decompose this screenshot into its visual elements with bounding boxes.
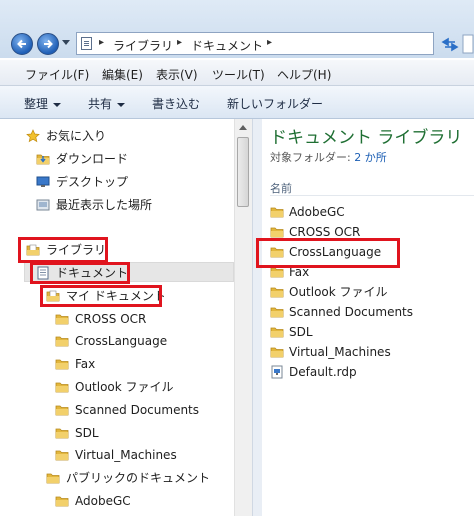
organize-label: 整理 (24, 97, 49, 111)
highlight-box-crosslanguage (256, 238, 400, 268)
document-library-icon (81, 37, 92, 50)
nav-item-label: 最近表示した場所 (56, 198, 153, 212)
back-button[interactable] (11, 33, 33, 55)
nav-item-label: デスクトップ (56, 175, 129, 189)
folder-icon (46, 471, 60, 485)
nav-item-label: Scanned Documents (75, 403, 200, 417)
file-name: SDL (289, 325, 313, 339)
downloads-folder-icon (36, 152, 50, 166)
column-header-divider (270, 195, 474, 196)
breadcrumb-libraries[interactable]: ライブラリ (113, 37, 173, 54)
burn-button[interactable]: 書き込む (152, 95, 200, 112)
column-header-name[interactable]: 名前 (270, 180, 292, 196)
chevron-down-icon (53, 102, 62, 107)
nav-item-label: Outlook ファイル (75, 380, 174, 394)
scrollbar-thumb[interactable] (237, 137, 249, 207)
forward-button[interactable] (37, 33, 59, 55)
organize-button[interactable]: 整理 (24, 95, 62, 112)
folder-icon (55, 448, 69, 462)
nav-item-label: パブリックのドキュメント (66, 471, 211, 485)
chevron-down-icon (117, 102, 126, 107)
desktop-icon (36, 176, 50, 187)
library-subtitle: 対象フォルダー: 2 か所 (270, 149, 387, 165)
recent-places-icon (36, 199, 50, 211)
breadcrumb-separator-icon[interactable]: ▸ (267, 37, 272, 48)
library-title: ドキュメント ライブラリ (270, 128, 463, 148)
folder-icon (55, 312, 69, 326)
address-field[interactable]: ▸ ライブラリ ▸ ドキュメント ▸ (76, 32, 434, 55)
menu-edit[interactable]: 編集(E) (102, 66, 143, 83)
share-label: 共有 (88, 97, 113, 111)
new-folder-button[interactable]: 新しいフォルダー (227, 95, 323, 112)
file-name: AdobeGC (289, 205, 345, 219)
subtitle-prefix: 対象フォルダー: (270, 151, 351, 164)
command-bar: 整理 共有 書き込む 新しいフォルダー (0, 86, 474, 119)
menu-bar: ファイル(F) 編集(E) 表示(V) ツール(T) ヘルプ(H) (0, 60, 474, 86)
highlight-box-documents (30, 262, 130, 284)
file-name: Virtual_Machines (289, 345, 391, 359)
highlight-box-my-documents (40, 285, 162, 307)
nav-item-label: お気に入り (46, 129, 107, 143)
nav-item-label: CrossLanguage (75, 334, 168, 348)
arrow-right-icon (44, 39, 53, 49)
share-button[interactable]: 共有 (88, 95, 126, 112)
recent-pages-dropdown[interactable] (62, 40, 70, 45)
folder-icon (270, 305, 284, 319)
folder-icon (55, 357, 69, 371)
menu-help[interactable]: ヘルプ(H) (277, 66, 331, 83)
folder-icon (270, 345, 284, 359)
folder-icon (55, 380, 69, 394)
arrow-left-icon (17, 39, 26, 49)
file-name: Default.rdp (289, 365, 357, 379)
nav-item-label: SDL (75, 426, 99, 440)
nav-item-label: Virtual_Machines (75, 448, 177, 462)
breadcrumb-separator-icon[interactable]: ▸ (177, 37, 182, 48)
menu-view[interactable]: 表示(V) (156, 66, 198, 83)
folder-icon (270, 205, 284, 219)
nav-scrollbar[interactable] (234, 119, 252, 516)
folder-icon (55, 426, 69, 440)
file-name: Outlook ファイル (289, 285, 388, 299)
menu-file[interactable]: ファイル(F) (25, 66, 89, 83)
nav-item-label: CROSS OCR (75, 312, 147, 326)
folder-icon (55, 494, 69, 508)
locations-link[interactable]: 2 か所 (354, 151, 387, 164)
star-icon (26, 129, 40, 143)
remote-desktop-file-icon (271, 365, 283, 379)
menu-tools[interactable]: ツール(T) (212, 66, 265, 83)
refresh-icon[interactable] (440, 34, 460, 54)
breadcrumb-separator-icon[interactable]: ▸ (99, 37, 104, 48)
folder-icon (55, 334, 69, 348)
folder-icon (55, 403, 69, 417)
nav-item-label: AdobeGC (75, 494, 131, 508)
folder-icon (270, 285, 284, 299)
file-name: Scanned Documents (289, 305, 414, 319)
nav-item-label: ダウンロード (56, 152, 129, 166)
nav-item-label: Fax (75, 357, 96, 371)
breadcrumb-documents[interactable]: ドキュメント (191, 37, 263, 54)
search-icon[interactable] (462, 34, 474, 54)
address-bar: ▸ ライブラリ ▸ ドキュメント ▸ (0, 0, 474, 58)
scroll-up-arrow-icon[interactable] (239, 125, 247, 130)
folder-icon (270, 225, 284, 239)
folder-icon (270, 325, 284, 339)
highlight-box-libraries (18, 237, 108, 263)
